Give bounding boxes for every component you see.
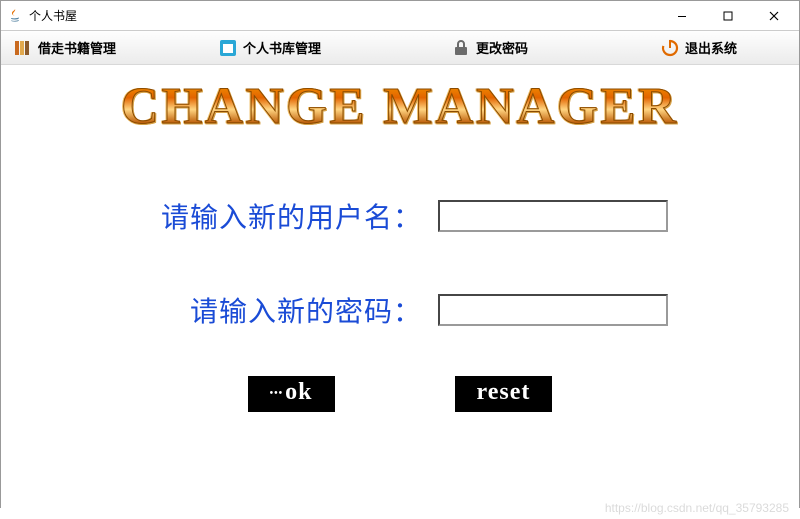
window-title: 个人书屋 xyxy=(29,7,77,24)
menu-item-label: 个人书库管理 xyxy=(243,38,321,57)
lock-icon xyxy=(451,38,471,58)
username-input[interactable] xyxy=(438,200,668,232)
menu-item-label: 借走书籍管理 xyxy=(38,38,116,57)
content-panel: CHANGE MANAGER 请输入新的用户名： 请输入新的密码： •••ok … xyxy=(1,77,799,519)
java-app-icon xyxy=(7,8,23,24)
reset-button-label: reset xyxy=(477,379,531,405)
window-maximize-button[interactable] xyxy=(705,1,751,31)
username-label: 请输入新的用户名： xyxy=(132,196,422,236)
change-form: 请输入新的用户名： 请输入新的密码： xyxy=(1,196,799,330)
ok-button[interactable]: •••ok xyxy=(248,376,335,412)
menu-item-exit-system[interactable]: 退出系统 xyxy=(654,36,743,60)
window-titlebar: 个人书屋 xyxy=(1,1,799,31)
window-minimize-button[interactable] xyxy=(659,1,705,31)
username-row: 请输入新的用户名： xyxy=(132,196,668,236)
menu-item-label: 退出系统 xyxy=(685,38,737,57)
password-label: 请输入新的密码： xyxy=(132,290,422,330)
password-row: 请输入新的密码： xyxy=(132,290,668,330)
button-bar: •••ok reset xyxy=(1,376,799,412)
watermark-text: https://blog.csdn.net/qq_35793285 xyxy=(605,501,789,515)
power-icon xyxy=(660,38,680,58)
library-icon xyxy=(218,38,238,58)
password-input[interactable] xyxy=(438,294,668,326)
reset-button[interactable]: reset xyxy=(455,376,553,412)
menu-bar: 借走书籍管理 个人书库管理 更改密码 退出系统 xyxy=(1,31,799,65)
window-close-button[interactable] xyxy=(751,1,797,31)
menu-item-borrowed-books[interactable]: 借走书籍管理 xyxy=(7,36,122,60)
books-icon xyxy=(13,38,33,58)
menu-item-label: 更改密码 xyxy=(476,38,528,57)
ok-button-label: ok xyxy=(285,379,312,405)
menu-item-change-password[interactable]: 更改密码 xyxy=(445,36,534,60)
menu-item-personal-library[interactable]: 个人书库管理 xyxy=(212,36,327,60)
page-heading: CHANGE MANAGER xyxy=(1,77,799,136)
